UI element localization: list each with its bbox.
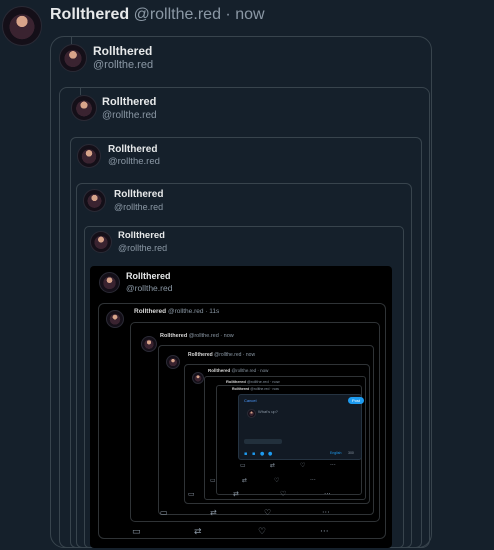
like-icon[interactable]: ♡: [258, 527, 266, 537]
avatar: [247, 409, 256, 418]
reply-icon[interactable]: ▭: [188, 490, 195, 498]
handle: @rollthe.red: [102, 110, 157, 121]
handle: @rollthe.red · 11s: [167, 308, 220, 315]
handle: @rollthe.red · now: [231, 368, 269, 373]
more-icon[interactable]: ···: [330, 462, 336, 469]
deep-row-5: Rollthered @rollthe.red · now: [226, 379, 280, 384]
handle: @rollthe.red: [108, 156, 160, 167]
display-name: Rollthered: [108, 144, 158, 155]
action-bar: ▭ ⇄ ♡ ···: [240, 462, 360, 470]
display-name: Rollthered: [160, 333, 188, 339]
display-name: Rollthered: [232, 387, 250, 391]
gif-icon[interactable]: ▪: [252, 451, 255, 457]
quote-author: Rollthered @rollthe.red: [126, 270, 172, 294]
reply-icon[interactable]: ▭: [210, 477, 216, 484]
composer-toolbar: ▪ ▪ ● ● English 300: [244, 451, 362, 457]
reply-icon[interactable]: ▭: [160, 508, 168, 517]
handle: @rollthe.red · now: [214, 352, 256, 358]
display-name: Rollthered: [102, 96, 157, 108]
like-icon[interactable]: ♡: [280, 490, 286, 498]
quote-author: Rollthered @rollthe.red: [118, 230, 167, 254]
deep-row-1: Rollthered @rollthe.red · 11s: [134, 308, 219, 315]
action-bar: ▭ ⇄ ♡ ···: [210, 477, 340, 485]
action-bar: ▭ ⇄ ♡ ···: [132, 527, 332, 539]
thread-line: [80, 87, 81, 95]
handle[interactable]: @rollthe.red: [134, 6, 221, 23]
quote-author: Rollthered @rollthe.red: [93, 44, 153, 72]
handle: @rollthe.red: [114, 202, 164, 212]
action-bar: ▭ ⇄ ♡ ···: [160, 508, 340, 518]
handle: @rollthe.red: [126, 283, 173, 293]
deep-row-4: Rollthered @rollthe.red · now: [208, 368, 268, 373]
quote-author: Rollthered @rollthe.red: [102, 96, 157, 122]
avatar: [71, 95, 97, 121]
handle: @rollthe.red · now: [250, 387, 279, 391]
quote-author: Rollthered @rollthe.red: [114, 189, 163, 213]
deep-row-3: Rollthered @rollthe.red · now: [188, 352, 255, 358]
more-icon[interactable]: ···: [324, 490, 331, 498]
more-icon[interactable]: ···: [322, 508, 330, 517]
deep-row-2: Rollthered @rollthe.red · now: [160, 333, 234, 339]
display-name[interactable]: Rollthered: [50, 6, 129, 23]
avatar: [77, 144, 101, 168]
composer-cancel[interactable]: Cancel: [244, 398, 256, 403]
quote-author: Rollthered @rollthe.red: [108, 144, 160, 168]
like-icon[interactable]: ♡: [300, 462, 305, 469]
handle: @rollthe.red: [93, 59, 154, 71]
image-icon[interactable]: ▪: [244, 451, 247, 457]
reply-icon[interactable]: ▭: [240, 462, 246, 469]
display-name: Rollthered: [126, 271, 171, 281]
avatar: [59, 44, 87, 72]
avatar: [106, 310, 124, 328]
hashtag-icon[interactable]: ●: [268, 451, 272, 457]
handle: @rollthe.red: [118, 243, 168, 253]
separator: ·: [225, 6, 231, 23]
post-header: Rollthered @rollthe.red · now: [50, 6, 265, 24]
avatar: [99, 272, 120, 293]
emoji-icon[interactable]: ●: [260, 451, 264, 457]
language-select[interactable]: English: [330, 451, 341, 455]
repost-icon[interactable]: ⇄: [210, 508, 217, 517]
display-name: Rollthered: [93, 44, 153, 58]
deep-row-6: Rollthered @rollthe.red · now: [232, 387, 279, 391]
repost-icon[interactable]: ⇄: [194, 527, 202, 537]
avatar: [166, 355, 180, 369]
display-name: Rollthered: [114, 189, 164, 200]
action-bar: ▭ ⇄ ♡ ···: [188, 490, 348, 499]
composer-placeholder[interactable]: What's up?: [258, 409, 278, 414]
char-count: 300: [348, 451, 354, 455]
like-icon[interactable]: ♡: [264, 508, 271, 517]
display-name: Rollthered: [226, 379, 246, 384]
like-icon[interactable]: ♡: [274, 477, 279, 484]
avatar: [90, 231, 112, 253]
timestamp[interactable]: now: [235, 6, 264, 23]
more-icon[interactable]: ···: [320, 527, 329, 537]
display-name: Rollthered: [188, 352, 213, 358]
repost-icon[interactable]: ⇄: [270, 462, 275, 469]
attachment-chip[interactable]: [244, 439, 282, 444]
display-name: Rollthered: [134, 308, 167, 315]
thread-line: [71, 36, 72, 44]
handle: @rollthe.red · now: [188, 333, 234, 339]
avatar[interactable]: [2, 6, 42, 46]
display-name: Rollthered: [118, 230, 165, 241]
avatar: [192, 372, 204, 384]
repost-icon[interactable]: ⇄: [233, 490, 239, 498]
reply-icon[interactable]: ▭: [132, 527, 141, 537]
handle: @rollthe.red · now: [246, 379, 280, 384]
repost-icon[interactable]: ⇄: [242, 477, 247, 484]
avatar: [83, 189, 106, 212]
more-icon[interactable]: ···: [310, 477, 316, 484]
display-name: Rollthered: [208, 368, 231, 373]
avatar: [141, 336, 157, 352]
composer-post-button[interactable]: Post: [348, 397, 365, 404]
